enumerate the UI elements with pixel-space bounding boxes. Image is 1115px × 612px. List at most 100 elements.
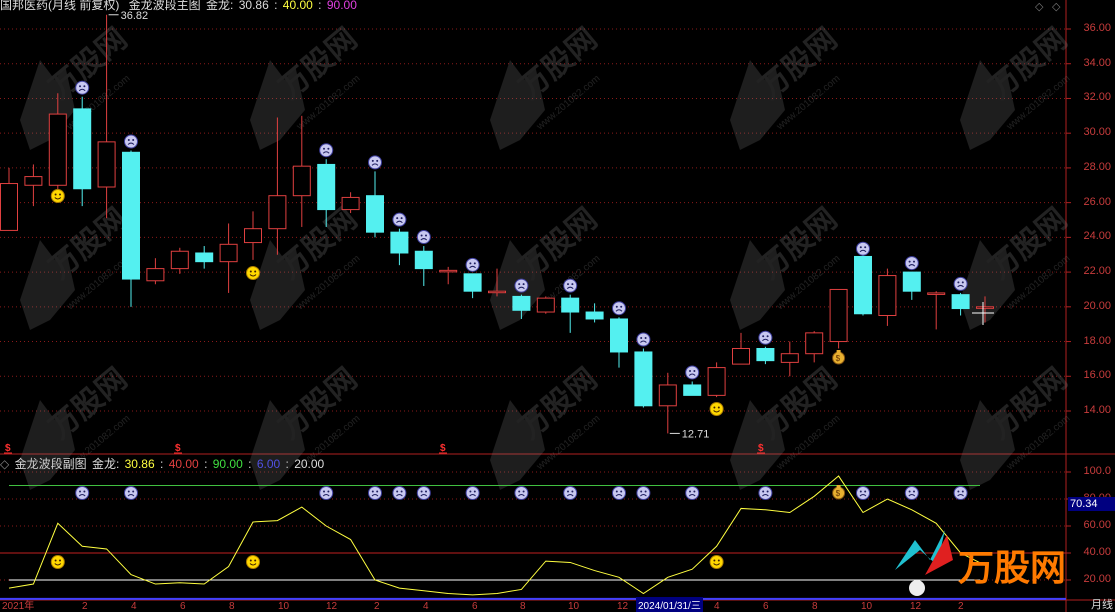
sad-face-icon <box>75 486 90 500</box>
candlestick <box>658 372 677 434</box>
time-tick-label: 8 <box>812 601 818 612</box>
candlestick <box>244 211 262 260</box>
time-tick-label: 2021年 <box>2 601 35 612</box>
chart-canvas[interactable]: 万股网www.201082.com 万股网www.201082.com 万股网www… <box>0 0 1115 612</box>
candlestick <box>805 331 824 363</box>
buy-signal-icon: $ <box>4 443 12 454</box>
sad-face-icon <box>392 212 407 227</box>
smiley-face-icon <box>246 555 260 569</box>
smiley-face-icon <box>50 189 65 203</box>
buy-signal-icon: $ <box>439 443 447 454</box>
candlestick <box>756 346 775 365</box>
buy-signal-symbol: $ <box>440 443 446 454</box>
sad-face-icon <box>416 486 431 500</box>
sad-face-icon <box>685 365 700 380</box>
selected-date-label: 2024/01/31/三 <box>636 597 703 612</box>
watermark-mark: 万股网www.201082.com <box>20 362 133 490</box>
sad-face-icon <box>514 486 529 500</box>
candlestick <box>292 115 311 227</box>
time-tick-label: 6 <box>180 601 186 612</box>
time-tick-label: 8 <box>520 601 526 612</box>
osc-tick-label: 60.00 <box>1083 519 1111 531</box>
candlestick <box>561 294 580 333</box>
watermark-mark: 万股网www.201082.com <box>20 202 133 330</box>
watermark-text: 万股网 <box>983 202 1073 285</box>
low-price-annotation: 12.71 <box>682 428 710 440</box>
sad-face-icon <box>636 332 651 347</box>
osc-tick-label: 40.00 <box>1083 546 1111 558</box>
price-tick-label: 20.00 <box>1083 299 1111 312</box>
candlestick <box>0 167 18 231</box>
time-tick-label: 4 <box>131 601 137 612</box>
watermark-mark: 万股网www.201082.com <box>490 362 603 490</box>
period-label[interactable]: 月线 <box>1091 596 1113 612</box>
buy-signal-symbol: $ <box>5 443 11 454</box>
watermark-mark: 万股网www.201082.com <box>730 362 843 490</box>
price-tick-label: 26.00 <box>1083 195 1111 208</box>
candlestick <box>780 341 799 377</box>
candlestick <box>634 348 653 408</box>
watermark-text: 万股网 <box>753 362 843 445</box>
sad-face-icon <box>368 155 382 170</box>
sad-face-icon <box>416 230 431 245</box>
sad-face-icon <box>563 278 578 293</box>
sad-face-icon <box>685 486 700 500</box>
price-tick-label: 24.00 <box>1083 230 1111 243</box>
candlestick <box>146 258 165 285</box>
candlestick <box>878 268 897 326</box>
candlestick <box>829 288 848 349</box>
time-tick-label: 10 <box>568 601 580 612</box>
watermark-mark: 万股网www.201082.com <box>730 202 843 330</box>
sad-face-icon <box>368 486 382 500</box>
sad-face-icon <box>465 486 480 500</box>
time-tick-label: 10 <box>861 601 873 612</box>
watermark-text: 万股网 <box>43 202 133 285</box>
price-tick-label: 16.00 <box>1083 369 1111 382</box>
money-bag-icon: $ <box>832 350 846 365</box>
candlestick <box>707 362 726 398</box>
smiley-face-icon <box>50 555 65 569</box>
price-tick-label: 18.00 <box>1083 334 1111 347</box>
sad-face-icon <box>904 486 919 500</box>
brand-logo <box>895 530 953 596</box>
sad-face-icon <box>465 257 480 272</box>
candlestick <box>366 171 384 238</box>
watermark-mark: 万股网www.201082.com <box>490 22 603 150</box>
price-tick-label: 30.00 <box>1083 126 1111 139</box>
candlestick <box>585 303 604 323</box>
smiley-face-icon <box>246 266 260 280</box>
watermark-text: 万股网 <box>513 202 603 285</box>
sad-face-icon <box>563 486 578 500</box>
time-tick-label: 8 <box>229 601 235 612</box>
watermark-text: 万股网 <box>983 362 1073 445</box>
sad-face-icon <box>856 486 870 500</box>
watermark-mark: 万股网www.201082.com <box>960 22 1073 150</box>
time-tick-label: 2 <box>82 601 88 612</box>
buy-signal-symbol: $ <box>758 443 764 454</box>
osc-tick-label: 20.00 <box>1083 573 1111 585</box>
smiley-face-icon <box>709 555 724 569</box>
sad-face-icon <box>124 486 138 500</box>
time-tick-label: 12 <box>326 601 338 612</box>
stock-chart-window: { "main_header": { "title": "国邦医药(月线 前复权… <box>0 0 1115 612</box>
high-price-annotation: 36.82 <box>121 10 149 22</box>
time-tick-label: 6 <box>472 601 478 612</box>
candlestick <box>463 273 482 299</box>
candlestick <box>170 247 189 274</box>
candlestick <box>195 246 214 269</box>
watermark-text: 万股网 <box>753 202 843 285</box>
price-tick-label: 14.00 <box>1083 404 1111 416</box>
candlestick <box>24 164 43 207</box>
sad-face-icon <box>319 143 334 158</box>
sad-face-icon <box>514 278 529 293</box>
sad-face-icon <box>392 486 407 500</box>
candlestick <box>219 223 238 293</box>
sad-face-icon <box>319 486 334 500</box>
watermark-text: 万股网 <box>43 362 133 445</box>
candlestick <box>683 381 702 396</box>
sad-face-icon <box>758 330 773 345</box>
candlestick <box>902 271 921 300</box>
candlestick <box>341 192 360 214</box>
sad-face-icon <box>636 486 651 500</box>
price-tick-label: 36.00 <box>1083 22 1111 34</box>
